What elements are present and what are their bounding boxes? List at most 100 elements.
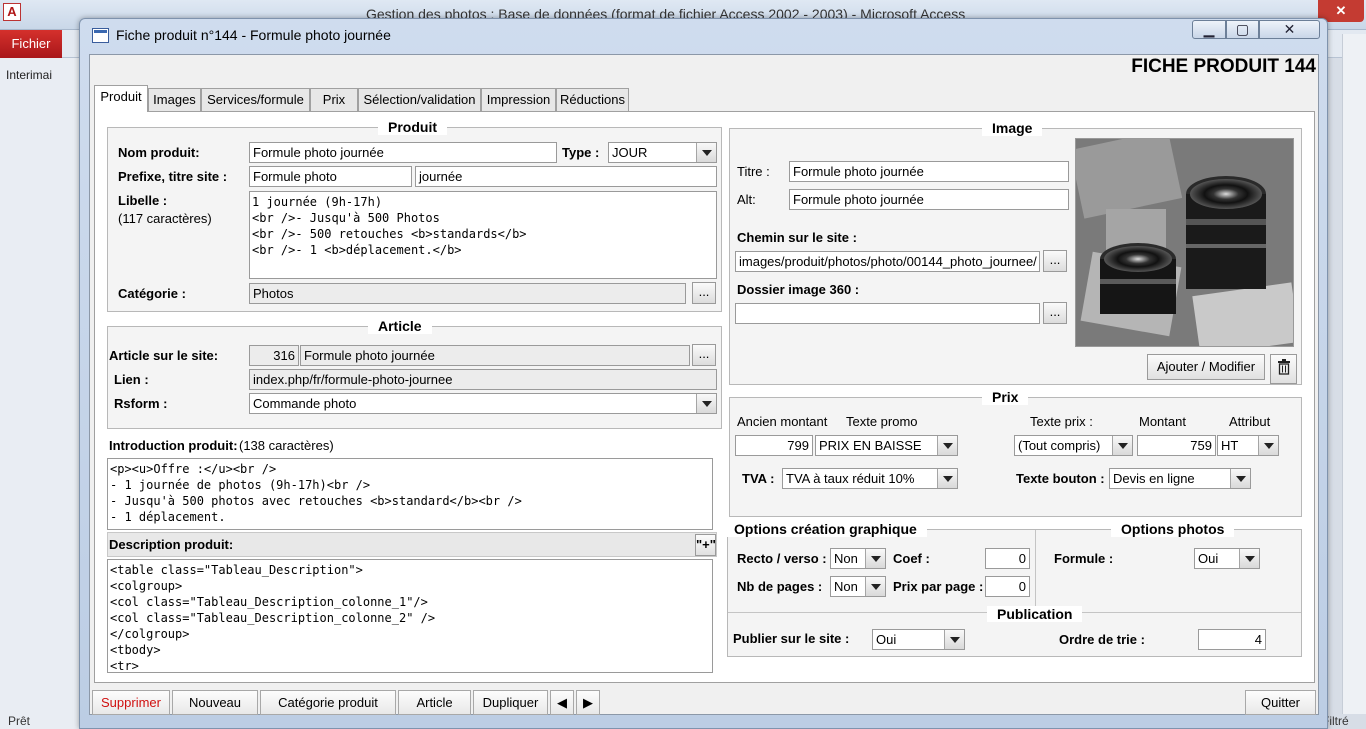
categorie-browse-button[interactable]: ... — [692, 282, 716, 304]
texte-bouton-select[interactable]: Devis en ligne — [1109, 468, 1251, 489]
ancien-label: Ancien montant — [737, 414, 828, 429]
next-record-button[interactable]: ▶ — [576, 690, 600, 715]
tab-produit[interactable]: Produit — [94, 85, 148, 112]
chemin-input[interactable]: images/produit/photos/photo/00144_photo_… — [735, 251, 1040, 272]
arrow-left-icon: ◀ — [557, 695, 567, 710]
nouveau-button[interactable]: Nouveau — [172, 690, 258, 715]
montant-input[interactable]: 759 — [1137, 435, 1216, 456]
chevron-down-icon[interactable] — [1239, 549, 1259, 568]
categorie-produit-button[interactable]: Catégorie produit — [260, 690, 396, 715]
texte-bouton-label: Texte bouton : — [1016, 471, 1105, 486]
camera-lens-photo-icon — [1076, 139, 1293, 346]
alt-input[interactable]: Formule photo journée — [789, 189, 1069, 210]
previous-record-button[interactable]: ◀ — [550, 690, 574, 715]
description-textarea[interactable]: <table class="Tableau_Description"> <col… — [107, 559, 713, 673]
titre-site-input[interactable]: journée — [415, 166, 717, 187]
tab-reductions[interactable]: Réductions — [556, 88, 629, 111]
texte-prix-select[interactable]: (Tout compris) — [1014, 435, 1133, 456]
attribut-select[interactable]: HT — [1217, 435, 1279, 456]
minimize-button[interactable]: ▁ — [1192, 20, 1226, 39]
tab-images[interactable]: Images — [148, 88, 201, 111]
chevron-down-icon[interactable] — [1258, 436, 1278, 455]
chevron-down-icon[interactable] — [1112, 436, 1132, 455]
categorie-input[interactable]: Photos — [249, 283, 686, 304]
article-button[interactable]: Article — [398, 690, 471, 715]
prefixe-input[interactable]: Formule photo — [249, 166, 412, 187]
article-id[interactable]: 316 — [249, 345, 299, 366]
rsform-select[interactable]: Commande photo — [249, 393, 717, 414]
pages-label: Nb de pages : — [737, 579, 823, 594]
nav-item[interactable]: Interimai — [6, 68, 52, 82]
publier-value: Oui — [876, 632, 897, 647]
options-photos-title: Options photos — [1111, 521, 1235, 537]
categorie-label: Catégorie : — [118, 286, 186, 301]
texte-bouton-value: Devis en ligne — [1113, 471, 1195, 486]
dossier-browse-button[interactable]: ... — [1043, 302, 1067, 324]
article-input[interactable]: Formule photo journée — [300, 345, 690, 366]
chevron-down-icon[interactable] — [696, 143, 716, 162]
texte-prix-value: (Tout compris) — [1018, 438, 1101, 453]
ancien-input[interactable]: 799 — [735, 435, 813, 456]
dupliquer-button[interactable]: Dupliquer — [473, 690, 548, 715]
recto-select[interactable]: Non — [830, 548, 886, 569]
tab-impression[interactable]: Impression — [481, 88, 556, 111]
article-title: Article — [368, 318, 432, 334]
titre-label: Titre : — [737, 164, 770, 179]
libelle-label: Libelle : — [118, 193, 168, 208]
window-title: Fiche produit n°144 - Formule photo jour… — [116, 27, 391, 43]
promo-select[interactable]: PRIX EN BAISSE — [815, 435, 958, 456]
maximize-button[interactable]: ▢ — [1226, 20, 1259, 39]
status-ready: Prêt — [8, 714, 31, 728]
tab-prix[interactable]: Prix — [310, 88, 358, 111]
publication-title: Publication — [987, 606, 1083, 622]
quitter-button[interactable]: Quitter — [1245, 690, 1316, 715]
close-button[interactable]: ✕ — [1259, 20, 1320, 39]
ordre-label: Ordre de trie : — [1059, 632, 1145, 647]
formule-select[interactable]: Oui — [1194, 548, 1260, 569]
chevron-down-icon[interactable] — [696, 394, 716, 413]
tab-services[interactable]: Services/formule — [201, 88, 310, 111]
coef-input[interactable]: 0 — [985, 548, 1030, 569]
chevron-down-icon[interactable] — [865, 549, 885, 568]
type-label: Type : — [562, 145, 600, 160]
prix-page-input[interactable]: 0 — [985, 576, 1030, 597]
file-tab[interactable]: Fichier — [0, 30, 62, 58]
texte-prix-label: Texte prix : — [1030, 414, 1093, 429]
ajouter-modifier-button[interactable]: Ajouter / Modifier — [1147, 354, 1265, 380]
dossier-input[interactable] — [735, 303, 1040, 324]
options-divider — [1035, 530, 1036, 612]
introduction-count: (138 caractères) — [239, 438, 334, 453]
app-scrollbar[interactable] — [1342, 34, 1366, 714]
tva-select[interactable]: TVA à taux réduit 10% — [782, 468, 958, 489]
libelle-textarea[interactable]: 1 journée (9h-17h) <br />- Jusqu'à 500 P… — [249, 191, 717, 279]
chevron-down-icon[interactable] — [937, 436, 957, 455]
type-value: JOUR — [612, 145, 648, 160]
chevron-down-icon[interactable] — [1230, 469, 1250, 488]
chevron-down-icon[interactable] — [944, 630, 964, 649]
coef-label: Coef : — [893, 551, 930, 566]
introduction-textarea[interactable]: <p><u>Offre :</u><br /> - 1 journée de p… — [107, 458, 713, 530]
alt-label: Alt: — [737, 192, 756, 207]
type-select[interactable]: JOUR — [608, 142, 717, 163]
promo-value: PRIX EN BAISSE — [819, 438, 922, 453]
arrow-right-icon: ▶ — [583, 695, 593, 710]
options-graphique-title: Options création graphique — [724, 521, 927, 537]
article-browse-button[interactable]: ... — [692, 344, 716, 366]
chevron-down-icon[interactable] — [865, 577, 885, 596]
nom-input[interactable]: Formule photo journée — [249, 142, 557, 163]
publier-select[interactable]: Oui — [872, 629, 965, 650]
description-expand-button[interactable]: "+" — [695, 534, 716, 556]
recto-label: Recto / verso : — [737, 551, 827, 566]
attribut-value: HT — [1221, 438, 1239, 453]
lien-input[interactable]: index.php/fr/formule-photo-journee — [249, 369, 717, 390]
ordre-input[interactable]: 4 — [1198, 629, 1266, 650]
delete-image-button[interactable] — [1270, 354, 1297, 384]
chevron-down-icon[interactable] — [937, 469, 957, 488]
titre-input[interactable]: Formule photo journée — [789, 161, 1069, 182]
prefixe-label: Prefixe, titre site : — [118, 169, 228, 184]
chemin-browse-button[interactable]: ... — [1043, 250, 1067, 272]
prix-page-label: Prix par page : — [893, 579, 984, 594]
tab-selection[interactable]: Sélection/validation — [358, 88, 481, 111]
pages-select[interactable]: Non — [830, 576, 886, 597]
supprimer-button[interactable]: Supprimer — [92, 690, 170, 715]
